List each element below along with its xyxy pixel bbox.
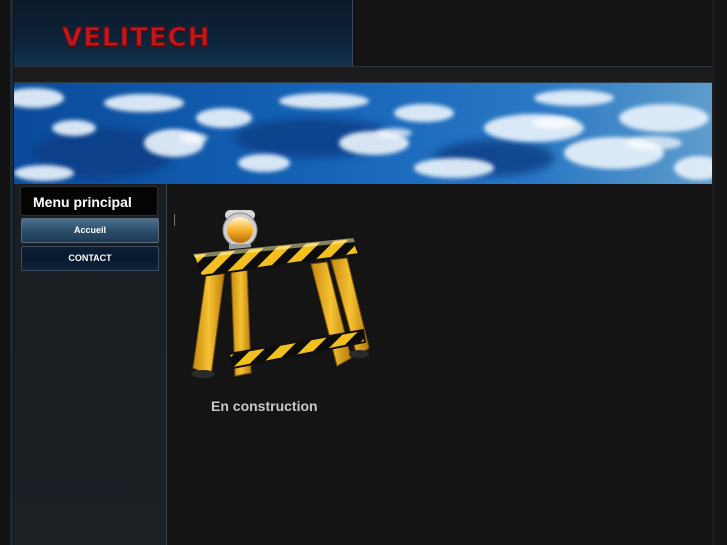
sidebar: Menu principal Accueil CONTACT	[14, 184, 167, 545]
header-logo-area: VELITECH	[14, 0, 353, 66]
main-content: En construction	[167, 184, 712, 545]
nav-contact-button[interactable]: CONTACT	[21, 246, 159, 271]
header-divider	[14, 66, 712, 83]
construction-barrier-icon	[191, 210, 370, 378]
left-border	[10, 0, 13, 545]
header-right-area	[353, 0, 712, 66]
earth-clouds-image	[14, 83, 712, 184]
content-marker	[174, 214, 175, 226]
site-logo[interactable]: VELITECH	[61, 22, 210, 54]
right-border	[712, 0, 715, 545]
menu-title: Menu principal	[20, 186, 158, 216]
header-banner-image	[14, 82, 712, 185]
construction-status-text: En construction	[211, 398, 318, 414]
nav-accueil-button[interactable]: Accueil	[21, 218, 159, 243]
